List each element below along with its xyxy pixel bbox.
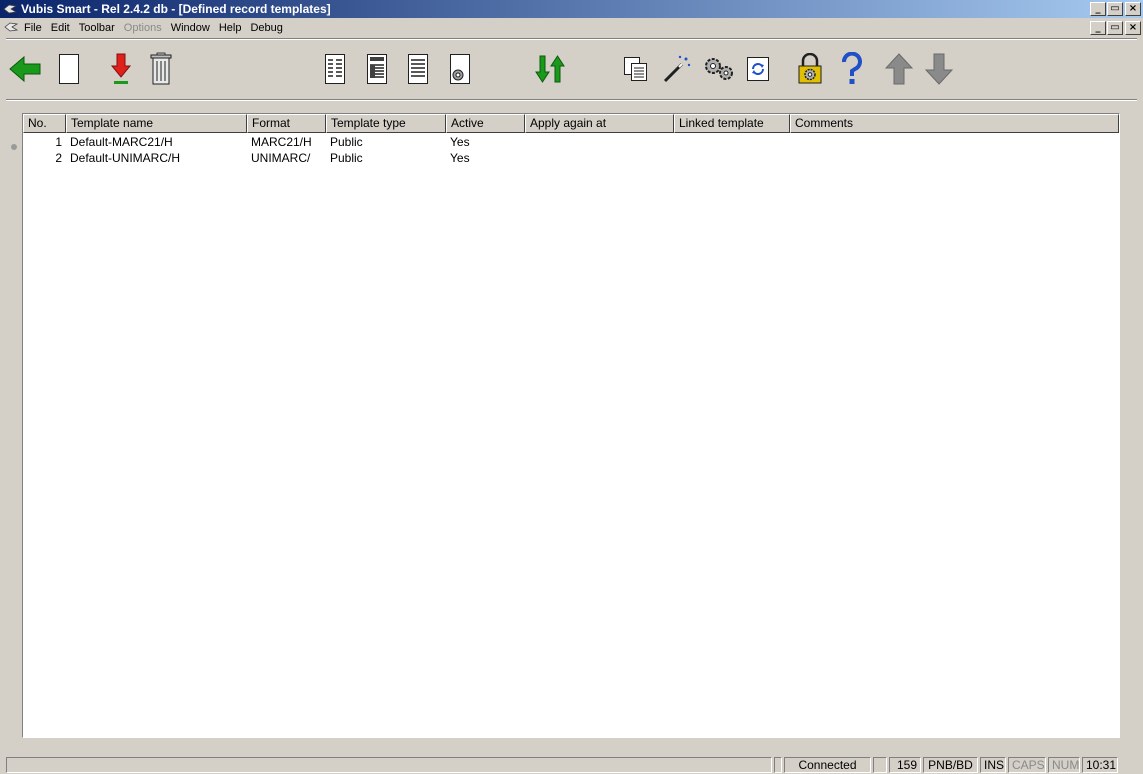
detail-view-icon [367, 54, 387, 84]
menu-help[interactable]: Help [219, 22, 242, 34]
status-blank-panel [873, 757, 887, 773]
column-linked-template[interactable]: Linked template [674, 114, 790, 133]
column-format[interactable]: Format [247, 114, 326, 133]
list-view-button[interactable] [316, 44, 354, 94]
help-icon [842, 52, 862, 84]
cell-apply-again-at [525, 151, 674, 167]
table-row[interactable]: 2 Default-UNIMARC/H UNIMARC/ Public Yes [23, 151, 1119, 167]
cell-template-type: Public [330, 151, 363, 165]
table-row[interactable]: 1 Default-MARC21/H MARC21/H Public Yes [23, 135, 1119, 151]
cell-comments [790, 135, 1119, 151]
cell-apply-again-at [525, 135, 674, 151]
sort-button[interactable] [531, 44, 569, 94]
status-num: NUM [1048, 757, 1080, 773]
move-down-button[interactable] [920, 44, 958, 94]
wand-icon [663, 55, 691, 83]
security-button[interactable] [791, 44, 829, 94]
gears-button[interactable] [700, 44, 738, 94]
down-arrow-icon [925, 53, 953, 85]
app-icon [3, 2, 17, 16]
status-caps: CAPS [1008, 757, 1046, 773]
status-ins: INS [980, 757, 1006, 773]
cell-no: 2 [55, 151, 62, 165]
delete-button[interactable] [142, 44, 180, 94]
column-template-type[interactable]: Template type [326, 114, 446, 133]
menu-options: Options [123, 22, 162, 34]
restore-button[interactable]: ▭ [1107, 2, 1123, 16]
lock-gear-icon [798, 53, 822, 84]
cell-format: UNIMARC/ [251, 151, 311, 165]
text-view-button[interactable] [399, 44, 437, 94]
column-no[interactable]: No. [23, 114, 66, 133]
current-row-indicator [11, 144, 17, 150]
download-button[interactable] [102, 44, 140, 94]
minimize-button[interactable]: _ [1090, 2, 1106, 16]
detail-view-button[interactable] [358, 44, 396, 94]
column-comments[interactable]: Comments [790, 114, 1119, 133]
document-icon[interactable] [4, 21, 20, 35]
menu-toolbar[interactable]: Toolbar [79, 22, 115, 34]
up-arrow-icon [885, 53, 913, 85]
column-template-name[interactable]: Template name [66, 114, 247, 133]
menu-window[interactable]: Window [171, 22, 210, 34]
toolbar [0, 40, 1143, 98]
close-button[interactable]: × [1125, 2, 1141, 16]
download-arrow-icon [110, 53, 132, 84]
status-count: 159 [889, 757, 921, 773]
back-button[interactable] [6, 44, 44, 94]
table-header: No. Template name Format Template type A… [23, 114, 1119, 133]
cell-linked-template [674, 151, 790, 167]
templates-list[interactable]: No. Template name Format Template type A… [22, 113, 1120, 738]
cell-template-name: Default-UNIMARC/H [70, 151, 181, 165]
list-view-icon [325, 54, 345, 84]
doc-restore-button[interactable]: ▭ [1107, 21, 1123, 35]
cell-active: Yes [450, 151, 470, 165]
new-record-button[interactable] [50, 44, 88, 94]
title-window-controls: _ ▭ × [1089, 2, 1141, 16]
status-spacer-panel [774, 757, 782, 773]
cell-linked-template [674, 135, 790, 151]
cell-active: Yes [450, 135, 470, 149]
menu-edit[interactable]: Edit [51, 22, 70, 34]
new-document-icon [59, 54, 79, 84]
status-time: 10:31 [1082, 757, 1118, 773]
copy-icon [624, 57, 647, 81]
move-up-button[interactable] [880, 44, 918, 94]
cell-comments [790, 151, 1119, 167]
settings-document-icon [450, 54, 470, 84]
wizard-button[interactable] [658, 44, 696, 94]
doc-close-button[interactable]: × [1125, 21, 1141, 35]
cell-format: MARC21/H [251, 135, 312, 149]
document-settings-button[interactable] [441, 44, 479, 94]
cell-template-type: Public [330, 135, 363, 149]
refresh-icon [747, 57, 769, 81]
cell-template-name: Default-MARC21/H [70, 135, 173, 149]
copy-button[interactable] [617, 44, 655, 94]
menu-bar: File Edit Toolbar Options Window Help De… [0, 18, 1143, 38]
cell-no: 1 [55, 135, 62, 149]
text-view-icon [408, 54, 428, 84]
trash-icon [150, 52, 172, 85]
document-window-controls: _ ▭ × [1089, 21, 1141, 35]
help-button[interactable] [833, 44, 871, 94]
doc-minimize-button[interactable]: _ [1090, 21, 1106, 35]
back-arrow-icon [9, 55, 41, 83]
column-active[interactable]: Active [446, 114, 525, 133]
title-bar: Vubis Smart - Rel 2.4.2 db - [Defined re… [0, 0, 1143, 18]
sort-arrows-icon [535, 55, 565, 83]
column-apply-again-at[interactable]: Apply again at [525, 114, 674, 133]
toolbar-separator [6, 99, 1137, 101]
status-message-panel [6, 757, 772, 773]
menu-debug[interactable]: Debug [250, 22, 282, 34]
status-bar: Connected 159 PNB/BD INS CAPS NUM 10:31 [0, 756, 1143, 774]
status-location: PNB/BD [923, 757, 978, 773]
table-body: 1 Default-MARC21/H MARC21/H Public Yes 2… [23, 135, 1119, 167]
menu-file[interactable]: File [24, 22, 42, 34]
window-title: Vubis Smart - Rel 2.4.2 db - [Defined re… [21, 2, 331, 16]
refresh-button[interactable] [739, 44, 777, 94]
gears-icon [705, 58, 733, 80]
status-connection: Connected [784, 757, 871, 773]
